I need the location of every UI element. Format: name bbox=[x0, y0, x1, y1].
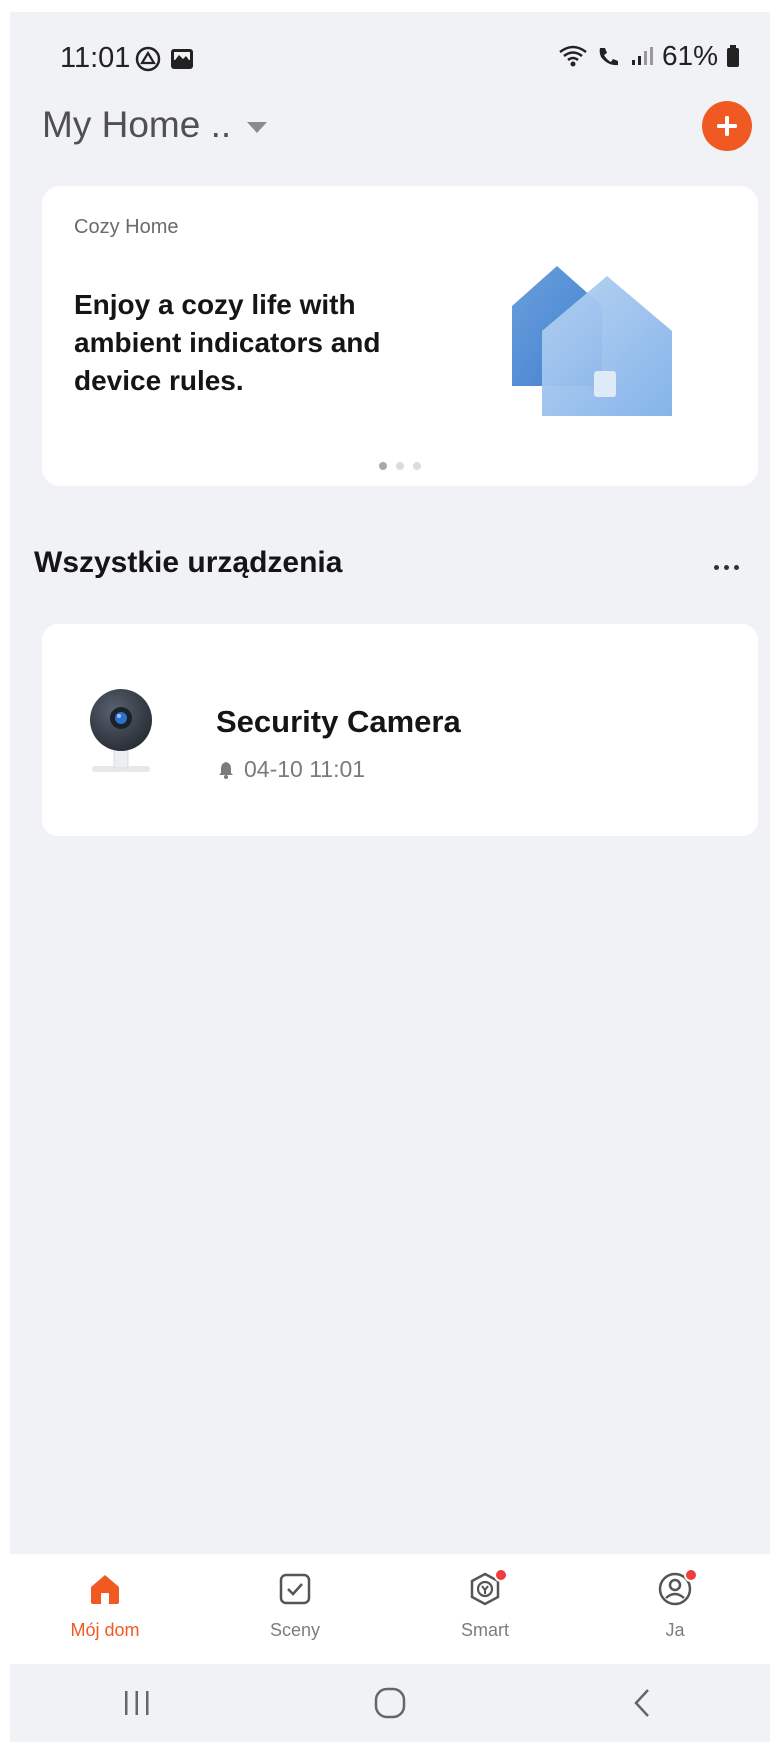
caret-down-icon bbox=[247, 121, 268, 133]
home-circle-icon bbox=[374, 1687, 406, 1719]
more-dot bbox=[713, 564, 719, 570]
tab-scenes[interactable]: Sceny bbox=[220, 1554, 370, 1654]
house-illustration-icon bbox=[512, 266, 672, 416]
device-card[interactable]: Security Camera 04-10 11:01 bbox=[42, 624, 758, 836]
pager-dot bbox=[379, 462, 387, 470]
recent-apps-button[interactable] bbox=[92, 1673, 182, 1733]
status-time: 11:01 bbox=[60, 42, 131, 74]
home-nav-button[interactable] bbox=[345, 1673, 435, 1733]
home-icon bbox=[91, 1575, 119, 1604]
status-notification-icons bbox=[135, 46, 195, 72]
system-navigation-bar bbox=[10, 1664, 770, 1742]
recent-apps-icon bbox=[124, 1691, 149, 1715]
banner-pager bbox=[42, 462, 758, 470]
bottom-tab-bar: Mój dom Sceny Smart Ja bbox=[10, 1554, 770, 1664]
checkbox-icon bbox=[279, 1573, 311, 1605]
tab-label: Sceny bbox=[269, 1620, 321, 1640]
device-status: 04-10 11:01 bbox=[218, 756, 365, 783]
pager-dot bbox=[413, 462, 421, 470]
tab-label: Mój dom bbox=[70, 1620, 140, 1640]
tab-label: Ja bbox=[665, 1620, 685, 1640]
bell-icon bbox=[219, 761, 233, 779]
status-system-icons: 61% bbox=[558, 40, 740, 72]
tab-home[interactable]: Mój dom bbox=[30, 1554, 180, 1654]
more-dot bbox=[723, 564, 729, 570]
home-selector[interactable]: My Home .. bbox=[42, 104, 268, 146]
plus-icon bbox=[717, 116, 737, 136]
more-options-button[interactable] bbox=[702, 552, 750, 582]
pager-dot bbox=[396, 462, 404, 470]
device-name: Security Camera bbox=[216, 704, 461, 739]
security-camera-icon bbox=[90, 689, 152, 772]
app-screen: 11:01 61% My Home .. Cozy Home Enjoy a c… bbox=[10, 12, 770, 1742]
tab-smart[interactable]: Smart bbox=[410, 1554, 560, 1654]
home-name: My Home .. bbox=[42, 104, 232, 145]
wifi-icon bbox=[559, 45, 587, 67]
banner-heading: Enjoy a cozy life with ambient indicator… bbox=[74, 289, 381, 396]
signal-icon bbox=[631, 47, 653, 65]
back-button[interactable] bbox=[598, 1673, 688, 1733]
gallery-icon bbox=[171, 49, 193, 69]
device-last-event-time: 04-10 11:01 bbox=[244, 756, 366, 782]
banner-kicker: Cozy Home bbox=[74, 216, 179, 238]
me-notification-badge bbox=[684, 1568, 698, 1582]
wifi-calling-icon bbox=[599, 48, 618, 66]
back-chevron-icon bbox=[634, 1689, 650, 1717]
tab-label: Smart bbox=[460, 1620, 509, 1640]
battery-percentage: 61% bbox=[661, 40, 718, 71]
battery-icon bbox=[727, 45, 739, 67]
section-title: Wszystkie urządzenia bbox=[34, 546, 343, 579]
more-dot bbox=[733, 564, 739, 570]
status-bar: 11:01 61% bbox=[10, 12, 770, 92]
tab-me[interactable]: Ja bbox=[600, 1554, 750, 1654]
add-device-button[interactable] bbox=[702, 101, 752, 151]
promo-banner[interactable]: Cozy Home Enjoy a cozy life with ambient… bbox=[42, 186, 758, 486]
drive-icon bbox=[135, 46, 161, 72]
smart-notification-badge bbox=[494, 1568, 508, 1582]
